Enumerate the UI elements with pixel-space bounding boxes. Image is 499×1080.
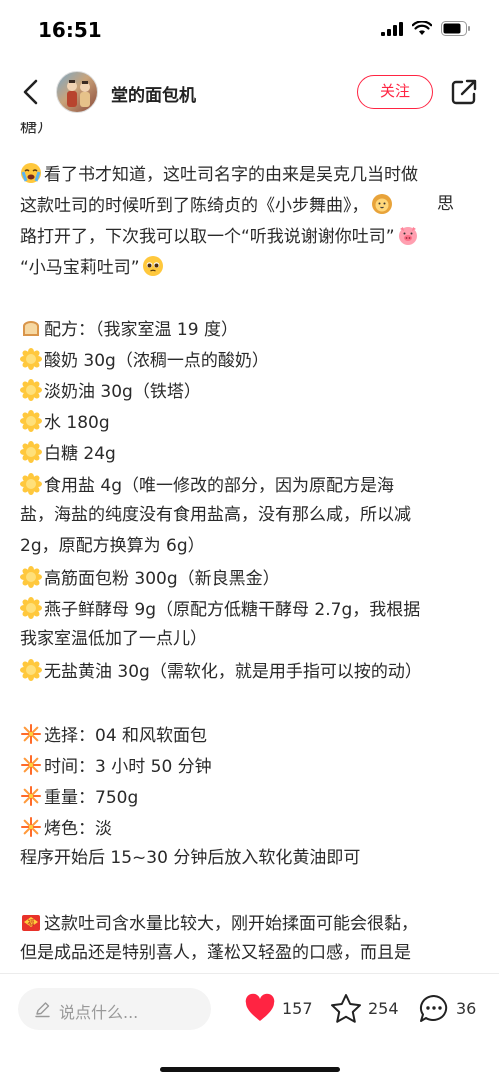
- comment-button[interactable]: 36: [418, 992, 476, 1024]
- text-line: “小马宝莉吐司”: [20, 255, 486, 279]
- line-text: 路打开了，下次我可以取一个“听我说谢谢你吐司”: [20, 227, 395, 247]
- line-text: 水 180g: [44, 413, 110, 433]
- text-line: 重量：750g: [20, 785, 486, 809]
- line-text: 思: [437, 194, 454, 214]
- wifi-icon: [412, 21, 432, 35]
- line-text: 时间：3 小时 50 分钟: [44, 757, 212, 777]
- text-line: 酸奶 30g（浓稠一点的酸奶）: [20, 348, 486, 372]
- home-indicator: [160, 1067, 340, 1072]
- text-line: 无盐黄油 30g（需软化，就是用手指可以按的动）: [20, 659, 486, 683]
- text-line: 思: [437, 193, 499, 215]
- sun-flower-icon: [20, 659, 42, 681]
- bread-icon: [20, 317, 42, 339]
- line-text: 酸奶 30g（浓稠一点的酸奶）: [44, 351, 269, 371]
- heart-icon: [245, 993, 275, 1021]
- avatar-image: [67, 80, 90, 107]
- status-time: 16:51: [38, 18, 102, 42]
- text-line: 程序开始后 15~30 分钟后放入软化黄油即可: [20, 847, 486, 869]
- battery-icon: [441, 21, 470, 36]
- bottom-action-bar: 说点什么... 157 254 36: [0, 973, 499, 1080]
- line-text: 2g，原配方换算为 6g）: [20, 536, 205, 556]
- line-text: 这款吐司含水量比较大，刚开始揉面可能会很黏，: [44, 914, 418, 934]
- like-count: 157: [282, 998, 313, 1018]
- author-avatar[interactable]: [56, 71, 98, 113]
- sun-flower-icon: [20, 473, 42, 495]
- line-text: 高筋面包粉 300g（新良黑金）: [44, 569, 280, 589]
- line-text: 选择：04 和风软面包: [44, 726, 208, 746]
- text-line: 但是成品还是特别喜人，蓬松又轻盈的口感，而且是: [20, 942, 486, 964]
- back-arrow-icon[interactable]: [16, 76, 46, 108]
- firework-icon: [20, 785, 42, 807]
- text-line: 时间：3 小时 50 分钟: [20, 754, 486, 778]
- comment-bubble-icon: [419, 994, 448, 1022]
- author-name[interactable]: 堂的面包机: [111, 81, 196, 106]
- line-text: 食用盐 4g（唯一修改的部分，因为原配方是海: [44, 476, 395, 496]
- text-line: 2g，原配方换算为 6g）: [20, 535, 486, 557]
- sun-flower-icon: [20, 348, 42, 370]
- line-text: 重量：750g: [44, 788, 139, 808]
- line-text: 但是成品还是特别喜人，蓬松又轻盈的口感，而且是: [20, 943, 411, 963]
- line-text: 白糖 24g: [44, 444, 116, 464]
- text-line: 高筋面包粉 300g（新良黑金）: [20, 566, 486, 590]
- text-line: 白糖 24g: [20, 441, 486, 465]
- like-button[interactable]: 157: [244, 992, 313, 1024]
- line-text: 盐，海盐的纯度没有食用盐高，没有那么咸，所以减: [20, 505, 411, 525]
- line-text: 烤色：淡: [44, 819, 112, 839]
- line-text: “小马宝莉吐司”: [20, 258, 140, 278]
- sun-flower-icon: [20, 410, 42, 432]
- text-line: 盐，海盐的纯度没有食用盐高，没有那么咸，所以减: [20, 504, 486, 526]
- text-line: 食用盐 4g（唯一修改的部分，因为原配方是海: [20, 473, 486, 497]
- line-text: 燕子鲜酵母 9g（原配方低糖干酵母 2.7g，我根据: [44, 600, 421, 620]
- text-line: 水 180g: [20, 410, 486, 434]
- text-line: 路打开了，下次我可以取一个“听我说谢谢你吐司”: [20, 224, 486, 248]
- line-text: 看了书才知道，这吐司名字的由来是吴克几当时做: [44, 165, 418, 185]
- text-line: 我家室温低加了一点儿）: [20, 628, 486, 650]
- comment-input[interactable]: 说点什么...: [18, 988, 211, 1030]
- sun-flower-icon: [20, 566, 42, 588]
- text-line: 福这款吐司含水量比较大，刚开始揉面可能会很黏，: [20, 911, 486, 935]
- comment-count: 36: [456, 998, 477, 1018]
- line-text: 这款吐司的时候听到了陈绮贞的《小步舞曲》，: [20, 196, 369, 216]
- share-icon[interactable]: [450, 78, 478, 106]
- text-line: 配方：（我家室温 19 度）: [20, 317, 486, 341]
- comment-placeholder: 说点什么...: [59, 1003, 139, 1022]
- text-line: 看了书才知道，这吐司名字的由来是吴克几当时做: [20, 162, 486, 186]
- pleading-face-icon: [142, 255, 164, 277]
- line-text: 糖）: [20, 122, 54, 137]
- line-text: 配方：（我家室温 19 度）: [44, 320, 238, 340]
- fu-envelope-icon: 福: [20, 911, 42, 933]
- text-line: 这款吐司的时候听到了陈绮贞的《小步舞曲》，: [20, 193, 486, 217]
- text-line: 烤色：淡: [20, 816, 486, 840]
- pencil-icon: [35, 1002, 50, 1018]
- svg-text:福: 福: [28, 918, 35, 927]
- pig-face-icon: [397, 224, 419, 246]
- follow-button[interactable]: 关注: [357, 75, 433, 109]
- star-icon: [331, 993, 361, 1023]
- collect-button[interactable]: 254: [330, 992, 399, 1024]
- text-line: 选择：04 和风软面包: [20, 723, 486, 747]
- status-bar: 16:51: [0, 0, 499, 60]
- text-line: 糖）: [20, 122, 486, 138]
- cellular-signal-icon: [381, 21, 403, 36]
- note-content[interactable]: 糖） 看了书才知道，这吐司名字的由来是吴克几当时做这款吐司的时候听到了陈绮贞的《小…: [0, 122, 499, 973]
- text-line: 燕子鲜酵母 9g（原配方低糖干酵母 2.7g，我根据: [20, 597, 486, 621]
- text-line: 淡奶油 30g（铁塔）: [20, 379, 486, 403]
- line-text: 程序开始后 15~30 分钟后放入软化黄油即可: [20, 848, 361, 868]
- note-header: 堂的面包机 关注: [0, 62, 499, 122]
- status-icons: [381, 21, 471, 36]
- line-text: 我家室温低加了一点儿）: [20, 629, 207, 649]
- sun-flower-icon: [20, 441, 42, 463]
- collect-count: 254: [368, 998, 399, 1018]
- sun-flower-icon: [20, 379, 42, 401]
- sun-flower-icon: [20, 597, 42, 619]
- crying-face-icon: [20, 162, 42, 184]
- line-text: 淡奶油 30g（铁塔）: [44, 382, 201, 402]
- firework-icon: [20, 723, 42, 745]
- line-text: 无盐黄油 30g（需软化，就是用手指可以按的动）: [44, 662, 422, 682]
- lion-face-icon: [371, 193, 393, 215]
- firework-icon: [20, 816, 42, 838]
- firework-icon: [20, 754, 42, 776]
